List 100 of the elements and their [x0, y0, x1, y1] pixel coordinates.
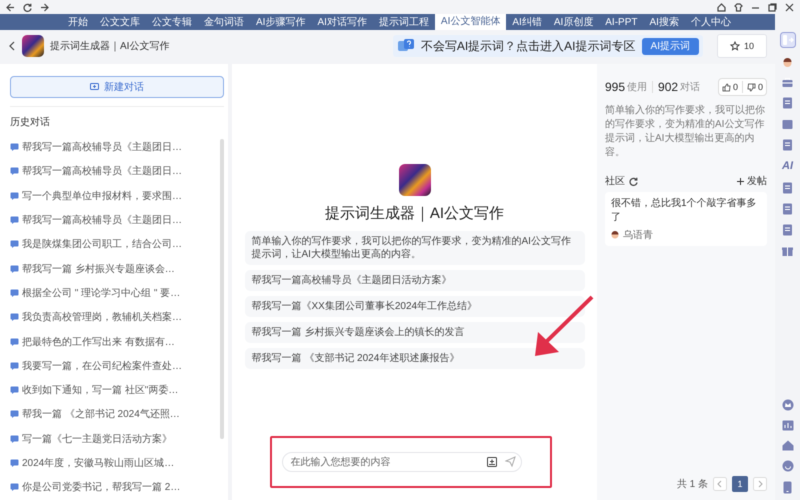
gift-icon[interactable] [782, 245, 793, 256]
suggestion-chip[interactable]: 帮我写一篇《XX集团公司董事长2024年工作总结》 [244, 296, 584, 317]
dislike-button[interactable]: 0 [746, 82, 763, 92]
history-item[interactable]: 你是公司党委书记，帮我写一篇 2… [22, 480, 180, 494]
history-item[interactable]: 写一篇《七一主题党日活动方案》 [22, 432, 172, 446]
smile-icon[interactable] [782, 460, 794, 472]
maximize-icon[interactable] [768, 2, 777, 12]
chat-bubble-icon [10, 216, 19, 224]
upload-icon[interactable] [486, 456, 496, 466]
chat-label: 对话 [680, 80, 700, 94]
nav-tab[interactable]: 公文文库 [94, 16, 146, 30]
message-input[interactable]: 在此输入您想要的内容 [282, 452, 522, 472]
home-icon[interactable] [717, 2, 726, 12]
nav-tab[interactable]: AI搜索 [644, 16, 685, 30]
chat-bubble-icon [10, 192, 19, 200]
nav-tab[interactable]: 金句词语 [198, 16, 250, 30]
document-icon[interactable] [782, 224, 793, 236]
forward-arrow-icon[interactable] [40, 2, 49, 12]
prompt-button[interactable]: AI提示词 [642, 38, 699, 54]
chat-bubble-icon [10, 459, 19, 467]
page-button[interactable]: 1 [732, 476, 748, 492]
suggestion-chip[interactable]: 帮我写一篇 《支部书记 2024年述职述廉报告》 [244, 348, 584, 369]
chart-icon[interactable] [782, 420, 794, 431]
nav-tab[interactable]: 个人中心 [684, 16, 737, 30]
chat-bubble-icon [10, 167, 19, 176]
send-icon[interactable] [504, 456, 516, 467]
phone-icon[interactable] [783, 481, 792, 494]
nav-tab[interactable]: AI对话写作 [311, 16, 373, 30]
new-chat-icon [90, 82, 100, 92]
nav-tab[interactable]: 提示词工程 [372, 16, 435, 30]
avatar-icon [611, 231, 619, 239]
chat-bubble-icon [10, 362, 19, 370]
nav-tab[interactable]: AI步骤写作 [250, 16, 312, 30]
suggestion-chip[interactable]: 帮我写一篇高校辅导员《主题团日活动方案》 [244, 270, 584, 291]
chat-bubble-icon [10, 483, 19, 492]
refresh-icon[interactable] [23, 2, 32, 12]
post-text: 很不错，总比我1个个敲字省事多了 [611, 196, 758, 224]
favorite-button[interactable]: 10 [716, 34, 767, 58]
nav-tab[interactable]: AI-PPT [599, 16, 644, 30]
scrollbar[interactable] [220, 139, 224, 439]
history-item[interactable]: 收到如下通知，写一篇 社区"两委… [22, 383, 178, 398]
history-item[interactable]: 帮我写一篇高校辅导员《主题团日… [22, 213, 182, 228]
nav-tab[interactable]: 开始 [62, 16, 94, 30]
history-heading: 历史对话 [10, 116, 51, 129]
chat-bubble-icon [10, 386, 19, 394]
history-item[interactable]: 写一个典型单位申报材料，要求围… [22, 188, 182, 203]
history-item[interactable]: 我要写一篇，在公司纪检案件查处… [22, 358, 182, 373]
nav-tab[interactable]: AI原创度 [548, 16, 600, 30]
shirt-icon[interactable] [734, 2, 743, 12]
history-item[interactable]: 帮我写一篇高校辅导员《主题团日… [22, 164, 182, 178]
usage-label: 使用 [627, 81, 648, 94]
plus-icon [737, 178, 744, 184]
total-count: 共 1 条 [676, 478, 708, 491]
ai-label[interactable]: AI [782, 160, 793, 173]
page-title: 提示词生成器｜AI公文写作 [50, 40, 170, 53]
chat-bubble-icon [10, 288, 19, 297]
history-item[interactable]: 帮我写一篇高校辅导员《主题团日… [22, 140, 182, 154]
nav-tab[interactable]: AI公文智能体 [434, 14, 506, 30]
star-icon [730, 41, 740, 51]
back-arrow-icon[interactable] [6, 2, 15, 12]
agent-logo-image [398, 164, 430, 196]
back-chevron-icon[interactable] [8, 41, 16, 51]
history-item[interactable]: 把最特色的工作写出来 有数据有… [22, 334, 175, 349]
next-page-icon[interactable] [753, 477, 767, 491]
promo-banner[interactable]: 不会写AI提示词？点击进入AI提示词专区 AI提示词 [392, 35, 703, 57]
refresh-icon[interactable] [629, 176, 638, 186]
thumbs-down-icon [746, 82, 756, 92]
document-icon[interactable] [782, 182, 793, 194]
avatar-icon[interactable] [782, 57, 793, 68]
history-item[interactable]: 我负责高校管理岗，教辅机关档案… [22, 310, 182, 324]
prev-page-icon[interactable] [713, 477, 727, 491]
history-item[interactable]: 帮我一篇 《之部书记 2024气还照… [22, 407, 180, 422]
nav-tab[interactable]: AI纠错 [506, 16, 548, 30]
document-icon[interactable] [782, 97, 793, 109]
agent-description: 简单输入你的写作要求，我可以把你的写作要求，变为精准的AI公文写作提示词，让AI大模型输出更高的内容。 [605, 104, 766, 160]
history-item[interactable]: 我是陕煤集团公司职工，结合公司… [22, 237, 182, 252]
chat-bubble-icon [10, 313, 19, 322]
chat-bubble-icon [10, 410, 19, 418]
chat-bubble-icon [10, 434, 19, 443]
suggestion-chip[interactable]: 帮我写一篇 乡村振兴专题座谈会上的镇长的发言 [244, 322, 584, 343]
agent-logo-image [22, 35, 44, 57]
favorite-count: 10 [744, 41, 754, 51]
thumbs-up-icon [722, 82, 731, 92]
history-item[interactable]: 根据全公司 " 理论学习中心组 " 要… [22, 286, 180, 300]
history-item[interactable]: 2024年度，安徽马鞍山雨山区城… [22, 456, 174, 470]
history-item[interactable]: 帮我写一篇 乡村振兴专题座谈会… [22, 262, 175, 276]
document-icon[interactable] [782, 139, 793, 151]
nav-tab[interactable]: 公文专辑 [146, 16, 198, 30]
chat-bubble-icon [10, 338, 19, 346]
post-button[interactable]: 发帖 [737, 174, 767, 188]
collapse-panel-icon[interactable] [780, 32, 796, 48]
toolbox-icon[interactable] [782, 77, 793, 88]
document-icon[interactable] [782, 203, 793, 215]
chat-bubble-icon [10, 240, 19, 248]
like-button[interactable]: 0 [722, 82, 738, 92]
agent-intro: 简单输入你的写作要求，我可以把你的写作要求，变为精准的AI公文写作提示词，让AI大模型输出更高的内容。 [244, 231, 584, 265]
chat-bubble-icon [10, 143, 19, 152]
close-icon[interactable] [785, 2, 794, 12]
community-heading: 社区 [605, 174, 625, 188]
new-chat-button[interactable]: 新建对话 [10, 76, 224, 98]
